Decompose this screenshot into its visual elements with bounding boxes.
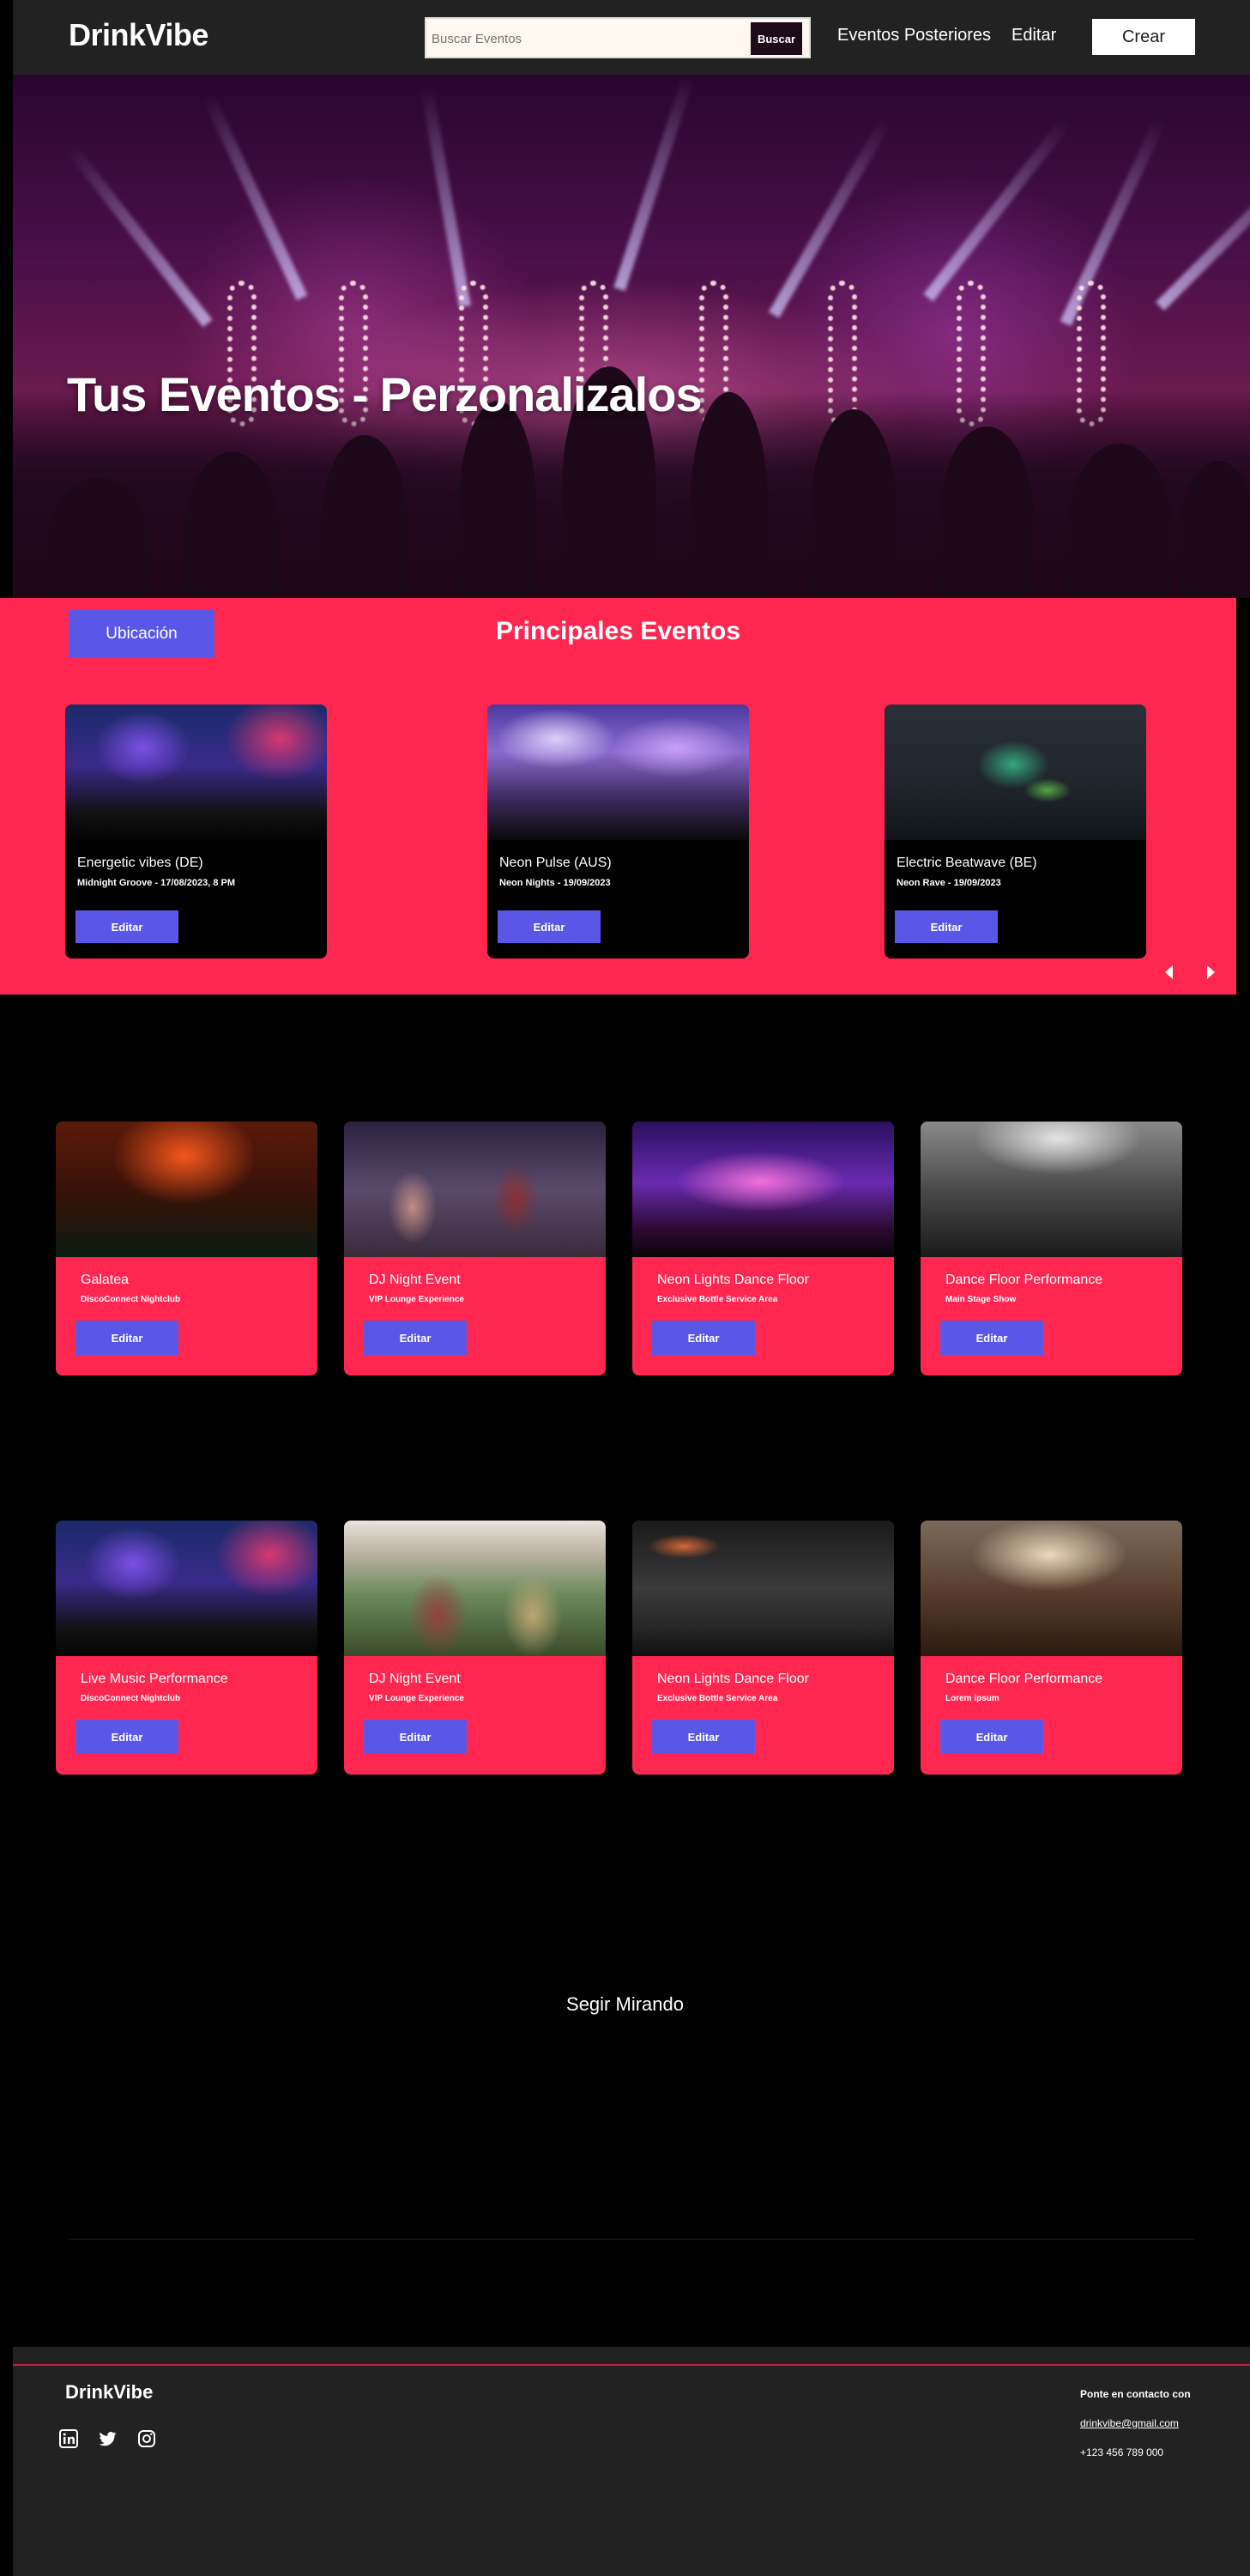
hero-banner: Tus Eventos - Perzonalizalos [13, 75, 1250, 598]
event-image [885, 704, 1146, 840]
search-input[interactable] [432, 27, 740, 50]
edit-button[interactable]: Editar [364, 1720, 467, 1754]
event-image [344, 1521, 606, 1656]
event-title: Live Music Performance [81, 1672, 228, 1686]
edit-button[interactable]: Editar [652, 1321, 755, 1355]
search-box: Buscar [425, 17, 811, 58]
event-subtitle: Exclusive Bottle Service Area [657, 1694, 778, 1703]
contact-heading: Ponte en contacto con [1080, 2388, 1191, 2400]
event-image [921, 1521, 1182, 1656]
twitter-icon[interactable] [97, 2428, 118, 2449]
event-card[interactable]: Dance Floor Performance Main Stage Show … [921, 1122, 1182, 1376]
edit-button[interactable]: Editar [75, 1321, 178, 1355]
footer-divider [13, 2364, 1250, 2366]
event-subtitle: Neon Rave - 19/09/2023 [897, 878, 1001, 888]
contact-phone: +123 456 789 000 [1080, 2446, 1164, 2458]
top-navbar: DrinkVibe Buscar Eventos Posteriores Edi… [13, 0, 1250, 75]
event-subtitle: VIP Lounge Experience [369, 1295, 464, 1304]
event-title: Neon Lights Dance Floor [657, 1672, 809, 1686]
edit-button[interactable]: Editar [75, 910, 178, 943]
brand-logo[interactable]: DrinkVibe [69, 17, 208, 53]
divider [69, 2239, 1194, 2240]
linkedin-icon[interactable] [58, 2428, 79, 2449]
event-title: Dance Floor Performance [945, 1273, 1103, 1287]
featured-event-card[interactable]: Energetic vibes (DE) Midnight Groove - 1… [65, 704, 327, 958]
nav-link-editar[interactable]: Editar [1011, 26, 1056, 45]
featured-events-section: Ubicación Principales Eventos Energetic … [0, 598, 1236, 995]
create-button[interactable]: Crear [1092, 19, 1195, 55]
event-title: Dance Floor Performance [945, 1672, 1103, 1686]
edit-button[interactable]: Editar [364, 1321, 467, 1355]
featured-event-card[interactable]: Neon Pulse (AUS) Neon Nights - 19/09/202… [487, 704, 749, 958]
event-subtitle: Neon Nights - 19/09/2023 [499, 878, 611, 888]
event-title: DJ Night Event [369, 1672, 461, 1686]
edit-button[interactable]: Editar [940, 1720, 1043, 1754]
nav-link-eventos-posteriores[interactable]: Eventos Posteriores [837, 26, 991, 45]
event-subtitle: DiscoConnect Nightclub [81, 1694, 181, 1703]
event-title: Neon Pulse (AUS) [499, 856, 612, 870]
event-title: Neon Lights Dance Floor [657, 1273, 809, 1287]
event-card[interactable]: Galatea DiscoConnect Nightclub Editar [56, 1122, 317, 1376]
contact-email-link[interactable]: drinkvibe@gmail.com [1080, 2417, 1179, 2429]
event-title: Energetic vibes (DE) [77, 856, 203, 870]
event-title: Electric Beatwave (BE) [897, 856, 1037, 870]
footer: DrinkVibe Ponte en contacto con drinkvib… [13, 2347, 1250, 2576]
featured-event-card[interactable]: Electric Beatwave (BE) Neon Rave - 19/09… [885, 704, 1146, 958]
search-button[interactable]: Buscar [751, 22, 802, 55]
edit-button[interactable]: Editar [652, 1720, 755, 1754]
event-card[interactable]: Neon Lights Dance Floor Exclusive Bottle… [632, 1521, 894, 1775]
event-image [56, 1122, 317, 1257]
event-card[interactable]: DJ Night Event VIP Lounge Experience Edi… [344, 1521, 606, 1775]
footer-brand: DrinkVibe [65, 2381, 154, 2403]
event-image [632, 1521, 894, 1656]
event-title: DJ Night Event [369, 1273, 461, 1287]
event-title: Galatea [81, 1273, 130, 1287]
edit-button[interactable]: Editar [895, 910, 998, 943]
instagram-icon[interactable] [136, 2428, 157, 2449]
event-subtitle: Midnight Groove - 17/08/2023, 8 PM [77, 878, 235, 888]
event-subtitle: DiscoConnect Nightclub [81, 1295, 181, 1304]
hero-title: Tus Eventos - Perzonalizalos [67, 367, 703, 421]
event-subtitle: Exclusive Bottle Service Area [657, 1295, 778, 1304]
edit-button[interactable]: Editar [75, 1720, 178, 1754]
edit-button[interactable]: Editar [498, 910, 601, 943]
event-card[interactable]: Live Music Performance DiscoConnect Nigh… [56, 1521, 317, 1775]
section-title: Principales Eventos [495, 617, 741, 645]
caret-left-icon[interactable] [1165, 965, 1173, 979]
event-image [65, 704, 327, 840]
event-card[interactable]: DJ Night Event VIP Lounge Experience Edi… [344, 1122, 606, 1376]
see-more-link[interactable]: Segir Mirando [0, 1993, 1250, 2016]
event-image [487, 704, 749, 840]
event-subtitle: Lorem ipsum [945, 1694, 999, 1703]
event-subtitle: VIP Lounge Experience [369, 1694, 464, 1703]
event-subtitle: Main Stage Show [945, 1295, 1017, 1304]
event-image [921, 1122, 1182, 1257]
caret-right-icon[interactable] [1207, 965, 1215, 979]
event-image [632, 1122, 894, 1257]
edit-button[interactable]: Editar [940, 1321, 1043, 1355]
event-image [56, 1521, 317, 1656]
event-card[interactable]: Neon Lights Dance Floor Exclusive Bottle… [632, 1122, 894, 1376]
event-card[interactable]: Dance Floor Performance Lorem ipsum Edit… [921, 1521, 1182, 1775]
event-image [344, 1122, 606, 1257]
